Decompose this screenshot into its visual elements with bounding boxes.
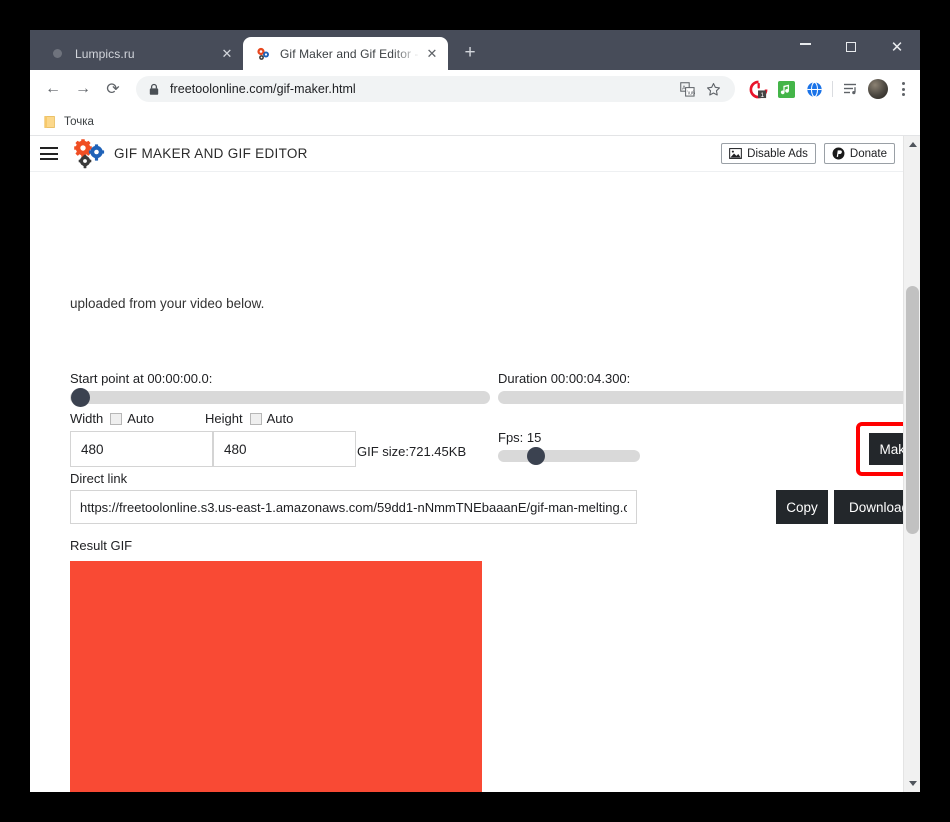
page-content: orum link has available now (will be del…	[30, 136, 903, 792]
new-tab-button[interactable]: +	[456, 39, 484, 67]
tab-strip: Lumpics.ru ✕ Gif Maker and Gif Editor - …	[30, 30, 920, 70]
profile-avatar[interactable]	[868, 79, 888, 99]
page-title: GIF MAKER AND GIF EDITOR	[114, 146, 308, 161]
media-list-icon[interactable]	[838, 76, 864, 102]
start-point-label: Start point at 00:00:00.0:	[70, 371, 213, 386]
paypal-icon	[832, 147, 845, 160]
star-icon[interactable]	[701, 77, 725, 101]
width-auto-label: Auto	[127, 411, 154, 426]
window-controls: ✕	[782, 30, 920, 64]
scroll-thumb[interactable]	[906, 286, 919, 534]
site-header-actions: Disable Ads Donate	[721, 143, 895, 164]
bookmark-label: Точка	[64, 115, 94, 128]
width-label-group: Width Auto	[70, 411, 154, 426]
opera-vpn-icon[interactable]: 1	[745, 76, 771, 102]
direct-link-label: Direct link	[70, 471, 128, 486]
result-gif-preview	[70, 561, 482, 792]
gears-icon	[255, 46, 271, 62]
gif-size-text: GIF size:721.45KB	[357, 444, 467, 459]
disable-ads-button[interactable]: Disable Ads	[721, 143, 816, 164]
gears-logo	[70, 138, 108, 169]
extension-icons: 1	[741, 76, 827, 102]
bookmark-item[interactable]: Точка	[38, 111, 100, 133]
scroll-up-icon[interactable]	[904, 136, 920, 153]
direct-link-input[interactable]: https://freetoolonline.s3.us-east-1.amaz…	[70, 490, 637, 524]
folder-icon	[44, 115, 57, 129]
translate-icon[interactable]: A \u6587	[675, 77, 699, 101]
direct-link-value: https://freetoolonline.s3.us-east-1.amaz…	[80, 499, 627, 515]
page-viewport: orum link has available now (will be del…	[30, 136, 920, 792]
svg-text:\u6587: \u6587	[687, 90, 695, 96]
three-dots-icon[interactable]	[892, 76, 914, 102]
globe-icon[interactable]	[801, 76, 827, 102]
height-input[interactable]: 480	[213, 431, 356, 467]
browser-toolbar: ← → ⟳ freetoolonline.com/gif-maker.html …	[30, 70, 920, 108]
reload-button[interactable]: ⟳	[98, 74, 128, 104]
height-label: Height	[204, 411, 243, 426]
width-label: Width	[70, 411, 104, 426]
toolbar-divider	[832, 81, 833, 97]
height-auto-checkbox[interactable]	[249, 412, 262, 425]
duration-slider-track[interactable]	[498, 391, 903, 404]
scroll-down-icon[interactable]	[904, 775, 920, 792]
screen-root: Lumpics.ru ✕ Gif Maker and Gif Editor - …	[0, 0, 950, 822]
site-header: GIF MAKER AND GIF EDITOR Disable Ads Don…	[30, 136, 903, 172]
forward-button[interactable]: →	[68, 74, 98, 104]
width-input[interactable]: 480	[70, 431, 213, 467]
address-bar[interactable]: freetoolonline.com/gif-maker.html A \u65…	[136, 76, 735, 102]
fps-slider-handle[interactable]	[527, 447, 545, 465]
music-note-icon[interactable]	[773, 76, 799, 102]
download-button[interactable]: Download	[834, 490, 903, 524]
make-button[interactable]: Make	[868, 432, 903, 466]
tab-title: Lumpics.ru	[75, 46, 135, 61]
browser-tab-lumpics[interactable]: Lumpics.ru ✕	[38, 37, 243, 70]
fps-slider-track[interactable]	[498, 450, 640, 462]
back-button[interactable]: ←	[38, 74, 68, 104]
orange-circle-icon	[50, 46, 66, 62]
width-auto-checkbox[interactable]	[110, 412, 123, 425]
browser-window: Lumpics.ru ✕ Gif Maker and Gif Editor - …	[30, 30, 920, 792]
start-point-slider-handle[interactable]	[71, 388, 90, 407]
address-bar-url: freetoolonline.com/gif-maker.html	[170, 82, 356, 96]
duration-label: Duration 00:00:04.300:	[498, 371, 631, 386]
browser-tab-gif-maker[interactable]: Gif Maker and Gif Editor - Free To ✕	[243, 37, 448, 70]
fps-label: Fps: 15	[498, 430, 542, 445]
donate-label: Donate	[849, 147, 887, 160]
window-maximize-button[interactable]	[828, 30, 874, 64]
tab-title: Gif Maker and Gif Editor - Free To	[280, 46, 420, 61]
result-gif-label: Result GIF	[70, 538, 133, 553]
image-icon	[729, 147, 743, 160]
height-auto-label: Auto	[266, 411, 294, 426]
height-label-group: Height Auto	[205, 411, 293, 426]
start-point-slider-track[interactable]	[70, 391, 490, 404]
page-scrollbar[interactable]	[903, 136, 920, 792]
bookmarks-bar: Точка	[30, 108, 920, 136]
disable-ads-label: Disable Ads	[747, 147, 808, 160]
svg-text:1: 1	[760, 91, 764, 98]
donate-button[interactable]: Donate	[823, 143, 895, 164]
tab-close-icon[interactable]: ✕	[219, 46, 235, 62]
copy-button[interactable]: Copy	[776, 490, 828, 524]
tab-close-icon[interactable]: ✕	[424, 46, 440, 62]
lock-icon	[148, 83, 160, 96]
window-close-button[interactable]: ✕	[874, 30, 920, 64]
menu-icon[interactable]	[40, 143, 62, 165]
intro-text: uploaded from your video below.	[70, 296, 265, 311]
dimension-labels: Width Auto Height Auto	[70, 411, 293, 426]
window-minimize-button[interactable]	[782, 30, 828, 64]
